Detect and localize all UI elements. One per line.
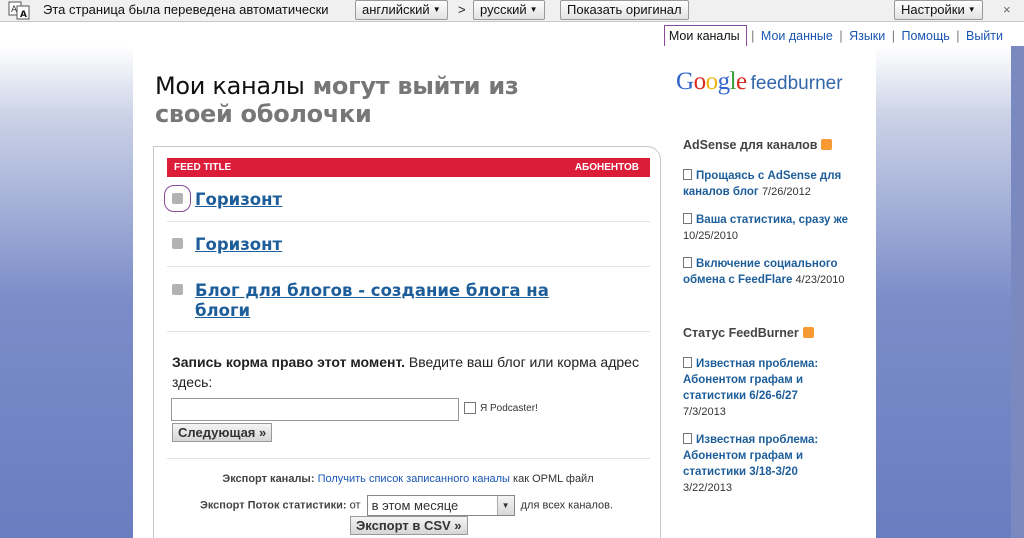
chevron-down-icon: ▼ (967, 5, 976, 14)
document-icon (683, 169, 692, 180)
period-select[interactable]: в этом месяце ▼ (366, 495, 515, 516)
news-link[interactable]: Известная проблема: Абонентом графам и с… (683, 358, 818, 402)
google-logo-text: Google (676, 68, 747, 95)
nav-separator: | (751, 29, 755, 43)
export-csv-button[interactable]: Экспорт в CSV » (350, 516, 468, 535)
export-feeds-suffix: как OPML файл (513, 473, 594, 485)
nav-help[interactable]: Помощь (901, 29, 949, 43)
source-language-select[interactable]: английский ▼ (355, 0, 448, 20)
table-row: Горизонт (164, 177, 650, 222)
settings-label: Настройки (901, 2, 965, 17)
export-feeds-link[interactable]: Получить список записанного каналы (318, 473, 510, 485)
export-stats-suffix: для всех каналов. (520, 499, 614, 512)
feed-url-input[interactable] (171, 398, 459, 421)
burn-feed-prompt: Запись корма право этот момент. Введите … (172, 352, 642, 392)
rss-feed-icon[interactable] (164, 185, 191, 212)
list-item: Известная проблема: Абонентом графам и с… (683, 432, 833, 496)
podcaster-label: Я Podcaster! (480, 403, 538, 414)
list-item: Включение социального обмена с FeedFlare… (683, 256, 853, 288)
list-item: Известная проблема: Абонентом графам и с… (683, 356, 833, 420)
translate-settings-button[interactable]: Настройки ▼ (894, 0, 983, 20)
nav-separator: | (891, 29, 895, 43)
main-content: Мои каналы могут выйти из своей оболочки… (133, 46, 876, 538)
translate-message: Эта страница была переведена автоматичес… (43, 2, 329, 17)
feeds-panel: FEED TITLE АБОНЕНТОВ Горизонт Горизонт Б… (153, 146, 661, 538)
page-title: Мои каналы могут выйти из своей оболочки (155, 72, 595, 128)
nav-languages[interactable]: Языки (849, 29, 885, 43)
chevron-down-icon: ▼ (432, 5, 441, 14)
divider (167, 458, 650, 459)
rss-icon[interactable] (802, 327, 814, 338)
svg-text:A: A (20, 10, 27, 20)
feed-title-link[interactable]: Блог для блогов - создание блога на блог… (195, 281, 575, 321)
document-icon (683, 213, 692, 224)
translate-icon: A A (8, 1, 30, 20)
show-original-button[interactable]: Показать оригинал (560, 0, 689, 20)
feeds-table-header: FEED TITLE АБОНЕНТОВ (167, 158, 650, 177)
feed-title-link[interactable]: Горизонт (195, 190, 575, 210)
burn-feed-lead: Запись корма право этот момент. (172, 354, 405, 370)
top-nav: Мои каналы | Мои данные | Языки | Помощь… (663, 25, 1003, 58)
nav-my-account[interactable]: Мои данные (761, 29, 833, 43)
list-item: Прощаясь с AdSense для каналов блог 7/26… (683, 168, 853, 200)
status-heading-label: Статус FeedBurner (683, 326, 799, 340)
news-date: 4/23/2010 (795, 274, 845, 286)
chevron-down-icon: ▼ (529, 5, 538, 14)
news-link[interactable]: Известная проблема: Абонентом графам и с… (683, 434, 818, 478)
status-heading: Статус FeedBurner (683, 326, 814, 340)
nav-separator: | (956, 29, 960, 43)
table-row: Блог для блогов - создание блога на блог… (167, 267, 650, 332)
target-language-label: русский (480, 2, 527, 17)
adsense-heading: AdSense для каналов (683, 138, 833, 152)
rss-feed-icon[interactable] (172, 284, 183, 295)
news-date: 7/3/2013 (683, 406, 726, 418)
source-language-label: английский (362, 2, 430, 17)
column-subscribers: АБОНЕНТОВ (574, 162, 639, 173)
export-stats-label: Экспорт Поток статистики: (200, 499, 347, 512)
page-scrollbar[interactable] (1011, 46, 1024, 538)
document-icon (683, 357, 692, 368)
google-feedburner-logo: Google feedburner (676, 68, 843, 96)
period-select-value: в этом месяце (371, 498, 459, 513)
nav-signout[interactable]: Выйти (966, 29, 1003, 43)
page-title-main: Мои каналы (155, 72, 305, 100)
export-stats-line: Экспорт Поток статистики: от в этом меся… (200, 495, 613, 516)
next-button[interactable]: Следующая » (172, 423, 273, 442)
rss-icon[interactable] (821, 139, 833, 150)
document-icon (683, 433, 692, 444)
news-date: 7/26/2012 (761, 186, 811, 198)
chevron-down-icon: ▼ (496, 496, 514, 515)
list-item: Ваша статистика, сразу же 10/25/2010 (683, 212, 853, 244)
column-feed-title: FEED TITLE (174, 162, 232, 173)
target-language-select[interactable]: русский ▼ (473, 0, 545, 20)
news-link[interactable]: Ваша статистика, сразу же (696, 214, 848, 226)
feedburner-logo-text: feedburner (750, 73, 843, 94)
table-row: Горизонт (167, 222, 650, 267)
close-icon[interactable]: × (1003, 2, 1011, 17)
translate-bar: A A Эта страница была переведена автомат… (0, 0, 1024, 22)
nav-separator: | (839, 29, 843, 43)
export-from-label: от (349, 499, 361, 512)
adsense-heading-label: AdSense для каналов (683, 138, 818, 152)
export-feeds-line: Экспорт каналы: Получить список записанн… (154, 473, 662, 485)
news-date: 10/25/2010 (683, 230, 739, 242)
podcaster-checkbox[interactable] (464, 402, 476, 414)
arrow-label: > (458, 2, 466, 17)
document-icon (683, 257, 692, 268)
export-feeds-label: Экспорт каналы: (222, 473, 315, 485)
rss-feed-icon[interactable] (172, 238, 183, 249)
news-date: 3/22/2013 (683, 482, 732, 494)
feed-title-link[interactable]: Горизонт (195, 235, 575, 255)
